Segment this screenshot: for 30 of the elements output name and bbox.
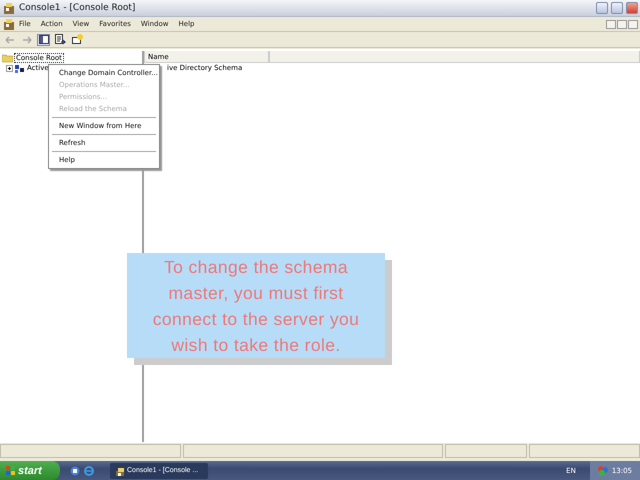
minimize-button[interactable] (596, 2, 608, 14)
close-button[interactable] (626, 2, 638, 14)
close-button[interactable] (628, 20, 638, 28)
column-header[interactable] (269, 51, 640, 63)
start-button[interactable]: start (0, 461, 60, 480)
back-arrow-icon (4, 34, 14, 44)
pane-icon (38, 35, 48, 44)
folder-icon (2, 53, 13, 63)
minimize-button[interactable] (606, 20, 616, 28)
browser-icon[interactable] (84, 466, 94, 476)
export-button[interactable] (54, 34, 67, 46)
expand-icon[interactable] (6, 64, 13, 72)
shortcut-icon[interactable] (70, 466, 80, 476)
back-button[interactable] (3, 34, 16, 46)
restore-button[interactable] (617, 20, 627, 28)
restore-button[interactable] (611, 2, 623, 14)
document-icon (55, 34, 66, 45)
schema-icon (15, 64, 24, 72)
windows-flag-icon (6, 466, 15, 475)
network-icon (598, 466, 608, 476)
forward-arrow-icon (22, 34, 32, 44)
help-button[interactable] (71, 34, 84, 46)
caption: To change the schema master, you must first connect to the server you wish to take the role. (127, 253, 385, 358)
window-title: Console1 - [Console Root] (19, 3, 136, 13)
forward-button[interactable] (20, 34, 33, 46)
app-icon (2, 17, 14, 31)
app-icon (2, 1, 16, 15)
tree-toggle-button[interactable] (37, 34, 50, 46)
help-icon (72, 34, 83, 45)
app-icon (114, 466, 124, 476)
